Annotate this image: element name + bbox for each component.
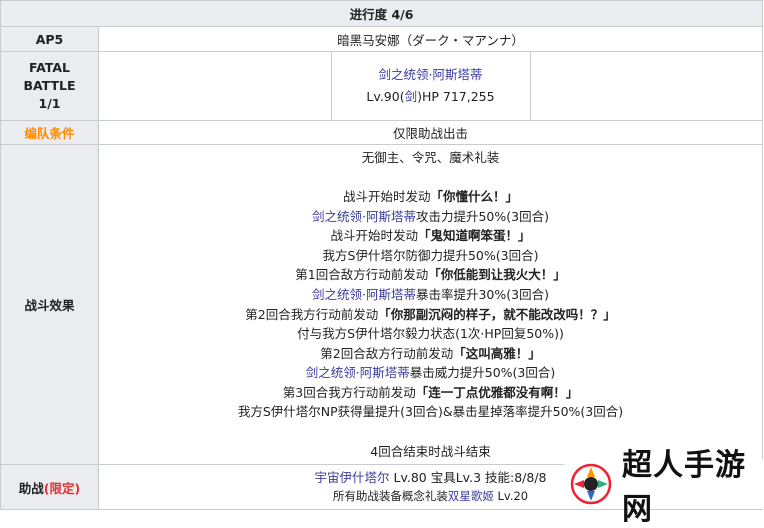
effects-list: 无御主、令咒、魔术礼装 战斗开始时发动「你懂什么！」 剑之统领·阿斯塔蒂攻击力提升… [99, 148, 762, 462]
effect-quote: 「你懂什么！」 [430, 188, 519, 204]
fatal-label-line3: 1/1 [38, 96, 61, 111]
effect-text: 暴击威力提升50%(3回合) [409, 365, 556, 381]
effect-line: 我方S伊什塔尔防御力提升50%(3回合) [99, 246, 762, 266]
enemy-name: 暗黑马安娜（ダーク・マアンナ） [98, 26, 763, 52]
progress-title: 进行度 4/6 [0, 0, 763, 27]
support-servant-link[interactable]: 宇宙伊什塔尔 [314, 470, 389, 485]
fatal-label-line1: FATAL [28, 60, 70, 75]
effect-line: 无御主、令咒、魔术礼装 [99, 148, 762, 168]
support-ce-suffix: Lv.20 [493, 489, 529, 503]
boss-class-link[interactable]: 剑 [405, 89, 418, 104]
boss-name-link[interactable]: 剑之统领·阿斯塔蒂 [379, 64, 483, 86]
effect-quote: 「这叫高雅！」 [453, 345, 541, 361]
effect-line: 剑之统领·阿斯塔蒂暴击率提升30%(3回合) [99, 285, 762, 305]
effect-text: 第2回合敌方行动前发动 [320, 345, 454, 361]
support-label: 助战(限定) [0, 464, 99, 510]
effect-quote: 「你那副沉闷的样子，就不能改改吗！？」 [378, 306, 616, 322]
effect-line: 第2回合我方行动前发动「你那副沉闷的样子，就不能改改吗！？」 [99, 305, 762, 325]
effect-line [99, 167, 762, 187]
fatal-battle-label: FATAL BATTLE 1/1 [0, 51, 99, 121]
formation-value: 仅限助战出击 [98, 120, 763, 145]
effect-line: 战斗开始时发动「你懂什么！」 [99, 187, 762, 207]
effect-target-link[interactable]: 剑之统领·阿斯塔蒂 [306, 365, 410, 380]
effect-target-link[interactable]: 剑之统领·阿斯塔蒂 [312, 209, 416, 224]
watermark-logo: 超人手游网 [564, 448, 764, 527]
effect-target-link[interactable]: 剑之统领·阿斯塔蒂 [312, 287, 416, 302]
effect-text: 攻击力提升50%(3回合) [415, 208, 549, 224]
effect-line: 战斗开始时发动「鬼知道啊笨蛋！」 [99, 226, 762, 246]
effect-text: 战斗开始时发动 [330, 228, 418, 244]
effect-line: 剑之统领·阿斯塔蒂暴击威力提升50%(3回合) [99, 363, 762, 383]
effect-line: 剑之统领·阿斯塔蒂攻击力提升50%(3回合) [99, 207, 762, 227]
effect-text: 我方S伊什塔尔 [237, 404, 321, 420]
support-ce-prefix: 所有助战装备概念礼装 [332, 489, 448, 503]
boss-hp: )HP 717,255 [417, 89, 495, 104]
effect-text: 我方S伊什塔尔 [322, 247, 406, 263]
effect-quote: 「鬼知道啊笨蛋！」 [418, 228, 531, 244]
boss-cell: 剑之统领·阿斯塔蒂 Lv.90(剑)HP 717,255 [98, 51, 763, 121]
fatal-label-line2: BATTLE [23, 78, 76, 93]
effect-text: 战斗开始时发动 [342, 188, 431, 204]
site-logo-icon [570, 463, 612, 505]
effect-text: 付与我方S伊什塔尔 [297, 326, 406, 342]
effect-text: 第3回合我方行动前发动 [282, 384, 416, 400]
effect-text: 无御主、令咒、魔术礼装 [361, 149, 500, 165]
effect-quote: 「连一丁点优雅都没有啊！」 [415, 384, 579, 400]
effect-line: 付与我方S伊什塔尔毅力状态(1次·HP回复50%)) [99, 324, 762, 344]
quest-table: 进行度 4/6 AP5 暗黑马安娜（ダーク・マアンナ） FATAL BATTLE… [0, 0, 763, 510]
boss-stats: Lv.90(剑)HP 717,255 [366, 86, 494, 108]
effect-text: 第1回合敌方行动前发动 [295, 267, 429, 283]
effects-cell: 无御主、令咒、魔术礼装 战斗开始时发动「你懂什么！」 剑之统领·阿斯塔蒂攻击力提升… [98, 144, 763, 465]
support-servant-info: Lv.80 宝具Lv.3 技能:8/8/8 [389, 470, 547, 485]
effect-text: NP获得量提升(3回合)&暴击星掉落率提升50%(3回合) [320, 404, 624, 420]
ap-label: AP5 [0, 26, 99, 52]
formation-label: 编队条件 [0, 120, 99, 145]
effect-line: 第3回合我方行动前发动「连一丁点优雅都没有啊！」 [99, 383, 762, 403]
effect-line [99, 422, 762, 442]
effect-quote: 「你低能到让我火大！」 [428, 267, 566, 283]
watermark-text: 超人手游网 [622, 448, 746, 527]
effect-text: 防御力提升50%(3回合) [405, 247, 539, 263]
effect-text: 暴击率提升30%(3回合) [415, 286, 549, 302]
effect-text: 第2回合我方行动前发动 [245, 306, 379, 322]
support-label-text: 助战 [18, 480, 44, 496]
effect-line: 第1回合敌方行动前发动「你低能到让我火大！」 [99, 265, 762, 285]
effect-text: 毅力状态(1次·HP回复50%)) [405, 326, 564, 342]
boss-box: 剑之统领·阿斯塔蒂 Lv.90(剑)HP 717,255 [330, 52, 531, 120]
effects-label: 战斗效果 [0, 144, 99, 465]
support-label-tag: (限定) [43, 480, 81, 496]
boss-level: Lv.90( [366, 89, 405, 104]
support-ce-link[interactable]: 双星歌姬 [448, 489, 494, 503]
effect-text: 4回合结束时战斗结束 [370, 443, 491, 459]
effect-line: 我方S伊什塔尔NP获得量提升(3回合)&暴击星掉落率提升50%(3回合) [99, 402, 762, 422]
effect-line: 第2回合敌方行动前发动「这叫高雅！」 [99, 344, 762, 364]
